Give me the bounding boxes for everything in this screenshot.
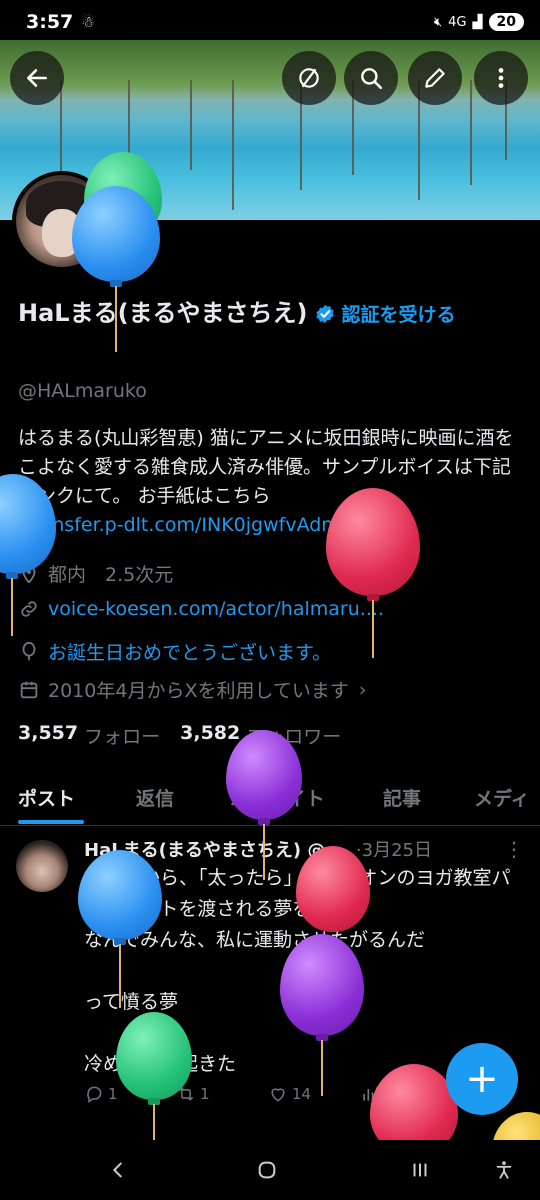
profile-bio: はるまる(丸山彩智恵) 猫にアニメに坂田銀時に映画に酒をこよなく愛する雑食成人済… [18,424,523,540]
chevron-left-icon [112,1162,122,1178]
repost-icon [178,1087,194,1101]
location-row: 都内 2.5次元 [18,560,173,587]
nav-back-button[interactable] [98,1154,138,1186]
signal-icon: ▟ [472,14,483,30]
tab-media[interactable]: メディ [474,784,530,811]
nav-recents-button[interactable] [400,1154,440,1186]
profile-name-block: HaLまる(まるやまさちえ) 認証を受ける [18,296,528,332]
battery-indicator: 20 [488,13,524,31]
view-count: 428 [384,1085,413,1103]
pencil-icon [425,68,445,88]
following-count[interactable]: 3,557 [18,722,78,749]
edit-button[interactable] [408,51,462,105]
mute-icon: 🔇︎ [433,14,443,30]
birthday-row: お誕生日おめでとうございます。 [18,638,331,665]
status-icons: 🔇︎ 4G ▟ 20 [434,13,524,31]
banner-tree [470,80,472,185]
location-text: 都内 2.5次元 [48,564,174,586]
website-link[interactable]: voice-koesen.com/actor/halmaru.... [48,598,384,620]
arrow-left-icon [27,69,47,87]
compose-post-button[interactable]: + [446,1043,518,1115]
tweet-avatar[interactable] [16,840,68,892]
followers-count[interactable]: 3,582 [180,722,240,749]
tweet-text[interactable]: 従兄弟から、「太ったら」ってイオンのヨガ教室パンフレットを渡される夢を見た なん… [84,863,524,1080]
chevron-right-icon: › [358,678,367,701]
reply-icon [87,1086,102,1103]
followers-label[interactable]: フォロワー [246,722,341,749]
banner-tree [232,80,234,210]
reply-count: 1 [108,1085,118,1103]
bio-text: はるまる(丸山彩智恵) 猫にアニメに坂田銀時に映画に酒をこよなく愛する雑食成人済… [18,427,514,507]
website-row: voice-koesen.com/actor/halmaru.... [18,598,384,620]
banner-tree [60,80,62,180]
tab-replies[interactable]: 返信 [136,784,174,811]
bio-link[interactable]: →fansfer.p-dlt.com/INK0jgwfvAdnZJ... [18,514,370,536]
views-button[interactable]: 428 [360,1084,452,1104]
like-count: 14 [292,1085,312,1103]
link-icon [18,598,40,620]
follow-counts: 3,557 フォロー 3,582 フォロワー [18,722,355,749]
balloon-icon [18,641,40,663]
profile-name: HaLまる(まるやまさちえ) [18,299,308,327]
home-circle-icon [258,1161,276,1179]
tweet-author[interactable]: HaLまる(まるやまさちえ) @... [84,836,346,862]
location-pin-icon [18,563,40,585]
status-bar: 3:57 ☃ 🔇︎ 4G ▟ 20 [0,0,540,44]
heart-icon [271,1088,285,1102]
profile-tabs: ポスト 返信 ハイライト 記事 メディ [0,772,540,826]
network-label: 4G [448,14,467,30]
tab-posts[interactable]: ポスト [18,784,75,811]
avatar-face [42,209,82,257]
bar-chart-icon [363,1087,378,1101]
tweet-header: HaLまる(まるやまさちえ) @... ·3月25日 ⋮ [84,836,524,862]
reply-button[interactable]: 1 [84,1084,176,1104]
status-time: 3:57 [26,11,74,33]
tweet-more-icon[interactable]: ⋮ [504,837,524,861]
verified-badge-icon [315,304,334,324]
search-button[interactable] [344,51,398,105]
tab-highlights[interactable]: ハイライト [230,784,325,811]
like-button[interactable]: 14 [268,1084,360,1104]
more-vertical-icon [498,68,504,88]
feed-filter-button[interactable] [282,51,336,105]
calendar-icon [18,679,40,701]
circle-slash-icon [299,68,319,88]
nav-home-button[interactable] [247,1154,287,1186]
recents-icon [413,1163,427,1177]
profile-handle: @HALmaruko [18,380,147,402]
joined-row[interactable]: 2010年4月からXを利用しています › [18,676,367,703]
get-verified-link[interactable]: 認証を受ける [342,304,456,326]
more-button[interactable] [474,51,528,105]
notification-icon: ☃ [81,13,95,31]
tweet-date[interactable]: ·3月25日 [356,836,432,862]
back-button[interactable] [10,51,64,105]
active-tab-indicator [18,820,84,824]
joined-text: 2010年4月からXを利用しています [48,680,349,702]
repost-count: 1 [200,1085,210,1103]
following-label[interactable]: フォロー [84,722,160,749]
banner-tree [128,80,130,200]
system-nav-bar [0,1140,540,1200]
accessibility-button[interactable] [484,1154,524,1186]
accessibility-icon [496,1161,512,1179]
profile-avatar[interactable] [12,171,112,271]
search-icon [361,68,383,90]
birthday-link[interactable]: お誕生日おめでとうございます。 [48,638,331,665]
banner-tree [190,80,192,170]
tab-articles[interactable]: 記事 [383,784,421,811]
repost-button[interactable]: 1 [176,1084,268,1104]
